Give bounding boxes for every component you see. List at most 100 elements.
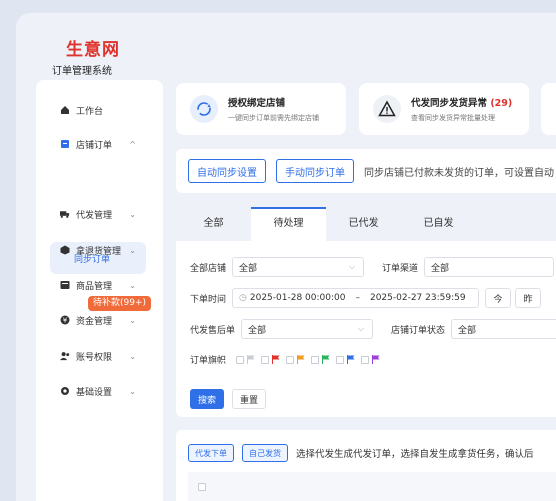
sidebar: 工作台 店铺订单 ^ 同步订单 代发管理 ⌄ 拿退货管理 ⌄ 商品管理 ⌄ ¥: [36, 80, 163, 501]
reset-button[interactable]: 重置: [232, 389, 267, 409]
order-list-toolbar: 代发下单 自己发货 选择代发生成代发订单，选择自发生成拿货任务，确认后: [188, 444, 534, 462]
flag-icon: [247, 355, 255, 364]
filter-row-flags: 订单旗帜: [190, 353, 380, 366]
tab-pending[interactable]: 待处理: [251, 207, 326, 241]
chevron-down-icon: ⌵: [348, 262, 356, 271]
flag-option[interactable]: [361, 355, 380, 364]
sync-toolbar: 自动同步设置 手动同步订单 同步店铺已付款未发货的订单，可设置自动: [176, 149, 556, 193]
tab-self-shipped[interactable]: 已自发: [401, 207, 476, 241]
shop-status-value: 全部: [458, 325, 477, 336]
sidebar-item-shop-orders[interactable]: 店铺订单 ^: [48, 134, 151, 154]
sidebar-item-label: 基础设置: [76, 387, 113, 398]
search-button[interactable]: 搜索: [190, 389, 225, 409]
truck-icon: [60, 209, 70, 219]
pending-payment-badge[interactable]: 待补款(99+): [88, 296, 152, 311]
channel-filter-label: 订单渠道: [382, 263, 419, 274]
shop-icon: [60, 139, 70, 149]
bind-shop-card[interactable]: 授权绑定店铺 一键同步订单前需先绑定店铺: [176, 83, 346, 135]
order-tabs: 全部 待处理 已代发 已自发: [176, 207, 556, 241]
after-sale-label: 代发售后单: [190, 325, 236, 336]
sidebar-item-funds[interactable]: ¥ 资金管理 ⌄: [48, 310, 151, 330]
sync-icon: [190, 95, 218, 123]
today-button[interactable]: 今: [485, 288, 512, 308]
sidebar-item-label: 资金管理: [76, 316, 113, 327]
flag-option[interactable]: [311, 355, 330, 364]
date-start: 2025-01-28 00:00:00: [249, 293, 346, 303]
proxy-order-button[interactable]: 代发下单: [188, 444, 234, 462]
money-icon: ¥: [60, 315, 70, 325]
chevron-down-icon: ⌵: [357, 324, 365, 333]
goods-icon: [60, 280, 70, 290]
channel-select[interactable]: 全部: [424, 257, 555, 277]
sidebar-item-proxy[interactable]: 代发管理 ⌄: [48, 204, 151, 224]
select-all-checkbox[interactable]: [198, 483, 206, 491]
after-sale-value: 全部: [248, 325, 267, 336]
filter-actions: 搜索 重置: [190, 389, 267, 409]
after-sale-select[interactable]: 全部 ⌵: [241, 319, 374, 339]
flag-icon: [372, 355, 380, 364]
flag-option[interactable]: [236, 355, 255, 364]
flag-checkbox[interactable]: [311, 355, 320, 364]
filter-row-after-sale: 代发售后单 全部 ⌵ 店铺订单状态 全部: [190, 319, 556, 339]
flag-icon: [272, 355, 280, 364]
user-icon: [60, 351, 70, 361]
tab-all[interactable]: 全部: [176, 207, 251, 241]
shop-select[interactable]: 全部 ⌵: [232, 257, 365, 277]
chevron-up-icon: ^: [129, 139, 136, 149]
flag-filter-label: 订单旗帜: [190, 356, 227, 366]
logo-sub: 订单管理系统: [52, 66, 112, 77]
sidebar-item-label: 代发管理: [76, 210, 113, 221]
order-list-panel: 代发下单 自己发货 选择代发生成代发订单，选择自发生成拿货任务，确认后: [176, 430, 556, 501]
flag-checkbox[interactable]: [361, 355, 370, 364]
flag-checkbox[interactable]: [286, 355, 295, 364]
box-icon: [60, 245, 70, 255]
time-filter-label: 下单时间: [190, 294, 227, 305]
sidebar-item-label: 店铺订单: [76, 140, 113, 151]
clock-icon: ◷: [239, 293, 247, 303]
date-separator: –: [355, 293, 360, 303]
sidebar-item-label: 账号权限: [76, 352, 113, 363]
flag-options: [230, 355, 380, 364]
flag-checkbox[interactable]: [261, 355, 270, 364]
sidebar-item-goods[interactable]: 商品管理 ⌄: [48, 275, 151, 295]
flag-option[interactable]: [261, 355, 280, 364]
logo-main: 生意网: [66, 40, 120, 60]
exception-count: (29): [490, 98, 513, 109]
sidebar-item-label: 商品管理: [76, 281, 113, 292]
yesterday-button[interactable]: 昨: [515, 288, 542, 308]
shop-status-select[interactable]: 全部: [451, 319, 556, 339]
flag-icon: [347, 355, 355, 364]
card-title: 代发同步发货异常 (29): [411, 95, 512, 109]
sidebar-item-settings[interactable]: 基础设置 ⌄: [48, 381, 151, 401]
chevron-down-icon: ⌄: [129, 386, 136, 396]
flag-option[interactable]: [336, 355, 355, 364]
flag-icon: [322, 355, 330, 364]
self-ship-button[interactable]: 自己发货: [242, 444, 288, 462]
sidebar-item-returns[interactable]: 拿退货管理 ⌄: [48, 240, 151, 260]
filter-row-shop: 全部店铺 全部 ⌵ 订单渠道 全部: [190, 257, 555, 277]
svg-text:¥: ¥: [63, 317, 68, 325]
flag-checkbox[interactable]: [336, 355, 345, 364]
card-subtitle: 查看同步发货异常批量处理: [411, 114, 495, 122]
sidebar-item-label: 拿退货管理: [76, 246, 122, 257]
auto-sync-settings-button[interactable]: 自动同步设置: [188, 159, 266, 183]
logo: 生意网 订单管理系统: [52, 40, 132, 77]
date-end: 2025-02-27 23:59:59: [369, 293, 466, 303]
filter-row-time: 下单时间 ◷ 2025-01-28 00:00:00 – 2025-02-27 …: [190, 288, 542, 308]
flag-checkbox[interactable]: [236, 355, 245, 364]
sync-hint: 同步店铺已付款未发货的订单，可设置自动: [364, 167, 554, 179]
home-icon: [60, 105, 70, 115]
manual-sync-button[interactable]: 手动同步订单: [276, 159, 354, 183]
date-range-picker[interactable]: ◷ 2025-01-28 00:00:00 – 2025-02-27 23:59…: [232, 288, 480, 308]
sidebar-item-workbench[interactable]: 工作台: [48, 100, 151, 120]
flag-option[interactable]: [286, 355, 305, 364]
more-card[interactable]: [541, 83, 556, 135]
sync-exception-card[interactable]: 代发同步发货异常 (29) 查看同步发货异常批量处理: [359, 83, 529, 135]
gear-icon: [60, 386, 70, 396]
chevron-down-icon: ⌄: [129, 351, 136, 361]
channel-select-value: 全部: [431, 263, 450, 274]
tab-proxied[interactable]: 已代发: [326, 207, 401, 241]
sidebar-item-account[interactable]: 账号权限 ⌄: [48, 346, 151, 366]
order-filter-panel: 全部 待处理 已代发 已自发 全部店铺 全部 ⌵ 订单渠道 全部 下单时间 ◷ …: [176, 207, 556, 417]
card-subtitle: 一键同步订单前需先绑定店铺: [228, 114, 319, 122]
